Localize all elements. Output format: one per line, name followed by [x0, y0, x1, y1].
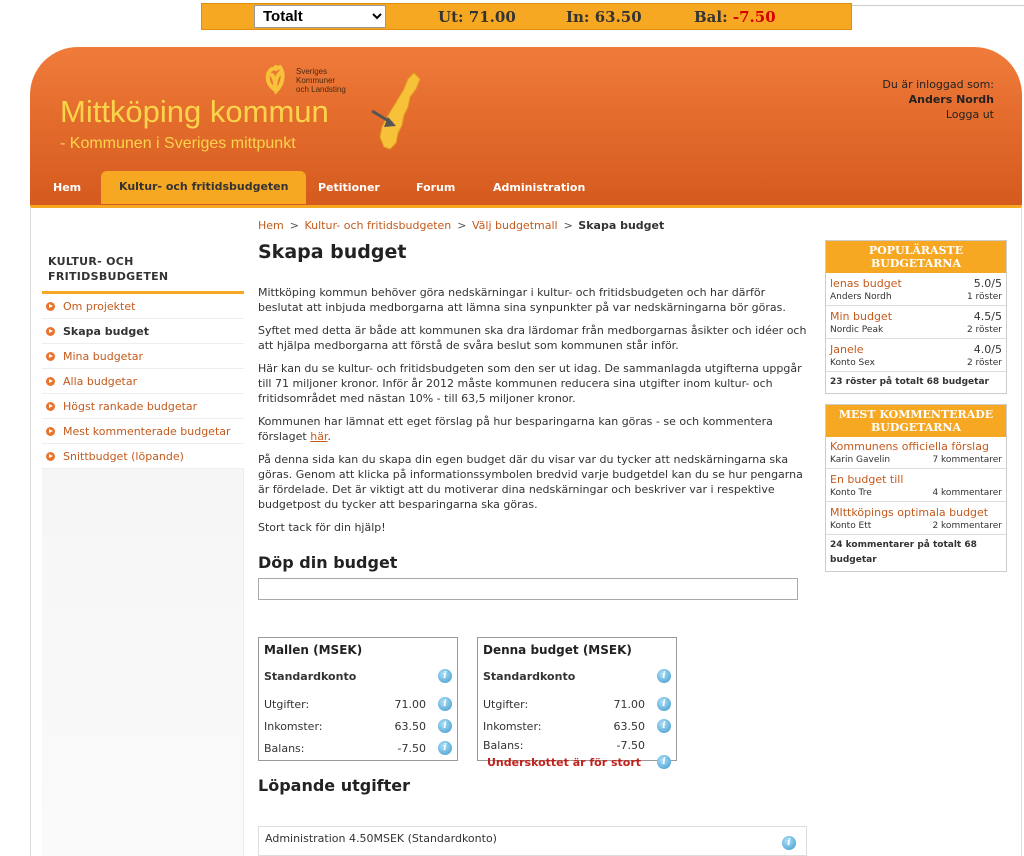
tab-hem[interactable]: Hem	[53, 172, 81, 204]
info-icon[interactable]: i	[657, 697, 671, 711]
commented-panel-title: MEST KOMMENTERADE BUDGETARNA	[826, 405, 1006, 437]
breadcrumb-current: Skapa budget	[578, 219, 665, 232]
info-icon[interactable]: i	[657, 755, 671, 769]
tab-kultur-och-fritidsbudgeten[interactable]: Kultur- och fritidsbudgeten	[101, 171, 307, 204]
breadcrumb-item-kultur[interactable]: Kultur- och fritidsbudgeten	[304, 219, 451, 232]
breadcrumb-item-valj-budgetmall[interactable]: Välj budgetmall	[472, 219, 558, 232]
running-expenses-heading: Löpande utgifter	[258, 776, 411, 795]
info-icon[interactable]: i	[657, 669, 671, 683]
info-icon[interactable]: i	[657, 719, 671, 733]
sweden-map-icon	[371, 72, 421, 150]
site-title[interactable]: Mittköping kommun	[60, 94, 329, 130]
popular-budgets-panel: POPULÄRASTE BUDGETARNA lenas budget 5.0/5…	[825, 240, 1007, 394]
expense-item-administration[interactable]: Administration 4.50MSEK (Standardkonto) …	[258, 826, 807, 856]
site-header: Sveriges Kommuner och Landsting Mittköpi…	[30, 47, 1022, 207]
logged-in-label: Du är inloggad som:	[882, 78, 994, 91]
list-item: Min budget 4.5/5	[830, 310, 1002, 323]
bullet-arrow-icon	[46, 451, 55, 461]
intro-paragraph: Mittköping kommun behöver göra nedskärni…	[258, 286, 786, 314]
in-total: In: 63.50	[566, 8, 642, 26]
info-icon[interactable]: i	[438, 741, 452, 755]
logout-link[interactable]: Logga ut	[882, 107, 994, 122]
tab-petitioner[interactable]: Petitioner	[318, 172, 380, 204]
instructions-paragraph: På denna sida kan du skapa din egen budg…	[258, 453, 803, 511]
popular-budget-link[interactable]: Janele	[830, 343, 864, 356]
bullet-arrow-icon	[46, 326, 55, 336]
sidebar-item-skapa-budget[interactable]: Skapa budget	[42, 319, 244, 344]
bullet-arrow-icon	[46, 401, 55, 411]
template-budget-box: Mallen (MSEK) Standardkonto i Utgifter: 71…	[258, 637, 458, 761]
bullet-arrow-icon	[46, 376, 55, 386]
tab-forum[interactable]: Forum	[416, 172, 455, 204]
list-item: MIttköpings optimala budget	[826, 506, 1006, 519]
most-commented-panel: MEST KOMMENTERADE BUDGETARNA Kommunens o…	[825, 404, 1007, 572]
account-select[interactable]: Totalt	[254, 5, 386, 28]
budget-paragraph: Här kan du se kultur- och fritidsbudgete…	[258, 362, 802, 405]
template-income-value: 63.50	[394, 719, 427, 733]
commented-budget-link[interactable]: MIttköpings optimala budget	[830, 506, 988, 519]
bullet-arrow-icon	[46, 426, 55, 436]
info-icon[interactable]: i	[438, 697, 452, 711]
purpose-paragraph: Syftet med detta är både att kommunen sk…	[258, 324, 807, 352]
user-name: Anders Nordh	[908, 93, 994, 106]
sidebar-title: KULTUR- OCH FRITIDSBUDGETEN	[42, 248, 244, 294]
budget-account-label: Standardkonto	[483, 669, 576, 683]
sidebar: KULTUR- OCH FRITIDSBUDGETEN Om projektet…	[42, 248, 244, 469]
main-nav: Hem Kultur- och fritidsbudgeten Petition…	[30, 171, 1022, 204]
deficit-warning: Underskottet är för stort	[487, 755, 642, 769]
info-icon[interactable]: i	[438, 719, 452, 733]
divider	[852, 5, 1024, 6]
sidebar-item-snittbudget[interactable]: Snittbudget (löpande)	[42, 444, 244, 469]
template-account-label: Standardkonto	[264, 669, 357, 683]
name-budget-heading: Döp din budget	[258, 553, 398, 572]
commented-budget-link[interactable]: En budget till	[830, 473, 903, 486]
budget-summary-bar: Totalt Ut: 71.00 In: 63.50 Bal: -7.50	[201, 3, 852, 30]
site-subtitle: - Kommunen i Sveriges mittpunkt	[60, 135, 296, 152]
sidebar-item-hogst-rankade[interactable]: Högst rankade budgetar	[42, 394, 244, 419]
sidebar-item-mest-kommenterade[interactable]: Mest kommenterade budgetar	[42, 419, 244, 444]
page-title: Skapa budget	[258, 241, 407, 263]
popular-panel-title: POPULÄRASTE BUDGETARNA	[826, 241, 1006, 273]
breadcrumb-item-hem[interactable]: Hem	[258, 219, 284, 232]
skl-logo-text: Sveriges Kommuner och Landsting	[296, 67, 346, 94]
budget-expenses-value: 71.00	[613, 697, 646, 711]
login-info: Du är inloggad som: Anders Nordh Logga u…	[882, 77, 994, 122]
breadcrumb: Hem > Kultur- och fritidsbudgeten > Välj b…	[258, 219, 665, 232]
commented-budget-link[interactable]: Kommunens officiella förslag	[830, 440, 989, 453]
info-icon[interactable]: i	[438, 669, 452, 683]
commented-footer: 24 kommentarer på totalt 68 budgetar	[830, 540, 977, 565]
template-expenses-value: 71.00	[394, 697, 427, 711]
template-box-title: Mallen (MSEK)	[264, 643, 363, 657]
bullet-arrow-icon	[46, 351, 55, 361]
sidebar-item-alla-budgetar[interactable]: Alla budgetar	[42, 369, 244, 394]
bullet-arrow-icon	[46, 301, 55, 311]
budget-box-title: Denna budget (MSEK)	[483, 643, 632, 657]
main-content: Hem > Kultur- och fritidsbudgeten > Välj b…	[258, 218, 808, 600]
thanks-paragraph: Stort tack för din hjälp!	[258, 521, 386, 534]
list-item: lenas budget 5.0/5	[830, 277, 1002, 290]
budget-name-input[interactable]	[258, 578, 798, 600]
proposal-link[interactable]: här	[310, 430, 327, 443]
out-total: Ut: 71.00	[438, 8, 516, 26]
info-icon[interactable]: i	[782, 836, 796, 850]
sidebar-item-mina-budgetar[interactable]: Mina budgetar	[42, 344, 244, 369]
popular-footer: 23 röster på totalt 68 budgetar	[830, 377, 989, 387]
this-budget-box: Denna budget (MSEK) Standardkonto i Utgif…	[477, 637, 677, 769]
popular-budget-link[interactable]: Min budget	[830, 310, 892, 323]
popular-budget-link[interactable]: lenas budget	[830, 277, 902, 290]
balance-total: Bal: -7.50	[694, 8, 776, 26]
budget-balance-value: -7.50	[616, 738, 645, 752]
proposal-paragraph: Kommunen har lämnat ett eget förslag på …	[258, 415, 773, 443]
list-item: Kommunens officiella förslag	[826, 440, 1006, 453]
sidebar-background	[42, 468, 244, 856]
template-balance-value: -7.50	[397, 741, 426, 755]
sidebar-item-om-projektet[interactable]: Om projektet	[42, 294, 244, 319]
list-item: En budget till	[826, 473, 1006, 486]
budget-income-value: 63.50	[613, 719, 646, 733]
tab-administration[interactable]: Administration	[493, 172, 585, 204]
list-item: Janele 4.0/5	[830, 343, 1002, 356]
